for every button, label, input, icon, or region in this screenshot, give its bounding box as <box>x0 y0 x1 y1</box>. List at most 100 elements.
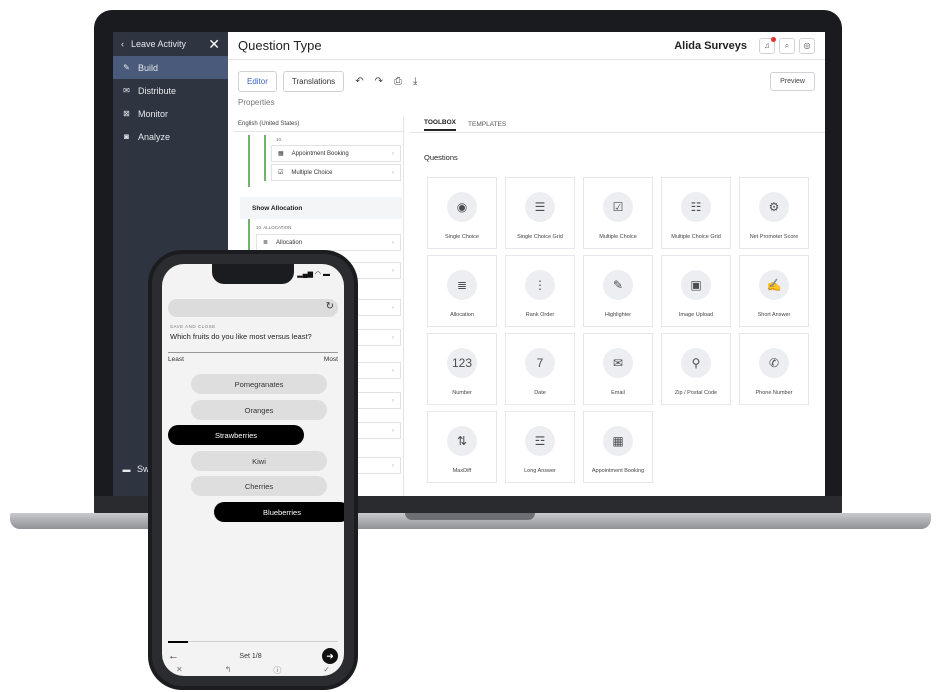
question-type-card[interactable]: ✎ Highlighter <box>583 255 653 327</box>
sidebar-item-label: Build <box>138 62 159 73</box>
allocation-number: 10. ALLOCATION <box>256 225 292 230</box>
question-number: 10. <box>276 137 283 142</box>
chevron-right-icon: › <box>392 239 394 246</box>
question-type-label: MaxDiff <box>452 468 472 474</box>
question-type-icon: ⚙ <box>759 192 789 222</box>
scale-labels: Least Most <box>168 352 338 363</box>
undo-icon[interactable]: ↰ <box>225 665 232 676</box>
check-icon[interactable]: ✓ <box>323 665 330 676</box>
checkbox-icon: ☑ <box>278 170 284 176</box>
pencil-icon: ✎ <box>123 63 130 72</box>
question-type-label: Short Answer <box>757 312 791 318</box>
download-icon[interactable]: ⤓ <box>413 76 417 87</box>
close-icon[interactable]: ✕ <box>208 36 220 53</box>
folder-icon: ▬ <box>122 464 131 474</box>
question-type-card[interactable]: 123 Number <box>427 333 497 405</box>
question-type-card[interactable]: ✉ Email <box>583 333 653 405</box>
question-type-card[interactable]: 7 Date <box>505 333 575 405</box>
editor-toolbar: Editor Translations ↶ ↷ ⎙ ⤓ Preview <box>228 68 825 94</box>
chevron-right-icon: › <box>392 427 394 434</box>
question-type-card[interactable]: ✍ Short Answer <box>739 255 809 327</box>
toolbox-panel: TOOLBOX TEMPLATES Questions ◉ Single Choi… <box>410 117 825 496</box>
tree-row-multiple-choice[interactable]: ☑ Multiple Choice › <box>271 164 401 181</box>
account-icon[interactable]: ◎ <box>799 37 815 54</box>
sidebar-item-analyze[interactable]: ◙ Analyze <box>113 125 228 148</box>
tab-toolbox[interactable]: TOOLBOX <box>424 119 457 131</box>
question-type-card[interactable]: ◉ Single Choice <box>427 177 497 249</box>
question-type-card[interactable]: ▦ Appointment Booking <box>583 411 653 483</box>
question-type-card[interactable]: ≣ Allocation <box>427 255 497 327</box>
tab-templates[interactable]: TEMPLATES <box>468 121 506 128</box>
toolbox-tabs: TOOLBOX TEMPLATES <box>410 117 825 133</box>
question-type-label: Allocation <box>450 312 474 318</box>
question-type-card[interactable]: ⇅ MaxDiff <box>427 411 497 483</box>
question-type-card[interactable]: ☲ Long Answer <box>505 411 575 483</box>
question-type-card[interactable]: ☰ Single Choice Grid <box>505 177 575 249</box>
tree-row-allocation[interactable]: ≣ Allocation › <box>256 234 401 251</box>
refresh-icon[interactable]: ↻ <box>326 301 334 312</box>
question-type-card[interactable]: ⋮ Rank Order <box>505 255 575 327</box>
chevron-right-icon: › <box>392 169 394 176</box>
sidebar-item-monitor[interactable]: ⊠ Monitor <box>113 102 228 125</box>
preview-button[interactable]: Preview <box>770 71 815 91</box>
progress-fill <box>168 641 189 643</box>
chevron-right-icon: › <box>392 267 394 274</box>
question-type-card[interactable]: ⚲ Zip / Postal Code <box>661 333 731 405</box>
top-bar: Question Type Alida Surveys ♫ ⌕ ◎ <box>228 32 825 60</box>
search-icon[interactable]: ⌕ <box>779 37 795 54</box>
set-counter: Set 1/8 <box>239 652 262 660</box>
phone-nav: ← Set 1/8 ➜ <box>168 646 338 666</box>
sidebar-item-label: Analyze <box>138 131 171 142</box>
question-type-label: Single Choice <box>445 234 479 240</box>
question-type-icon: ≣ <box>447 270 477 300</box>
question-type-label: Rank Order <box>525 312 555 318</box>
tab-translations[interactable]: Translations <box>282 70 345 92</box>
sidebar-item-distribute[interactable]: ✉ Distribute <box>113 79 228 102</box>
leave-activity-button[interactable]: ‹ Leave Activity ✕ <box>113 32 228 56</box>
info-icon[interactable]: ⓘ <box>273 665 281 676</box>
question-type-icon: ☑ <box>603 192 633 222</box>
phone-screen: ▂▄▆ ◠ ▬ ↻ SAVE AND CLOSE Which fruits do… <box>162 264 344 676</box>
chevron-right-icon: › <box>392 397 394 404</box>
tab-editor[interactable]: Editor <box>238 70 277 92</box>
option-blueberries[interactable]: Blueberries <box>214 502 344 522</box>
most-label: Most <box>323 356 338 363</box>
option-pomegranates[interactable]: Pomegranates <box>191 374 327 394</box>
question-type-icon: ⇅ <box>447 426 477 456</box>
arrow-right-icon[interactable]: ➜ <box>322 648 338 664</box>
option-strawberries[interactable]: Strawberries <box>168 425 304 445</box>
brand-name: Alida Surveys <box>674 39 747 52</box>
question-type-card[interactable]: ☑ Multiple Choice <box>583 177 653 249</box>
chevron-right-icon: › <box>392 462 394 469</box>
group-show-allocation[interactable]: Show Allocation <box>240 197 402 219</box>
tree-row-appointment[interactable]: ▦ Appointment Booking › <box>271 145 401 162</box>
question-type-card[interactable]: ☷ Multiple Choice Grid <box>661 177 731 249</box>
question-type-icon: ⚲ <box>681 348 711 378</box>
option-kiwi[interactable]: Kiwi <box>191 451 327 471</box>
status-icons: ▂▄▆ ◠ ▬ <box>297 271 330 278</box>
close-icon[interactable]: ✕ <box>176 665 183 676</box>
question-type-card[interactable]: ⚙ Net Promoter Score <box>739 177 809 249</box>
question-type-card[interactable]: ✆ Phone Number <box>739 333 809 405</box>
question-type-icon: ◉ <box>447 192 477 222</box>
chevron-right-icon: › <box>392 334 394 341</box>
option-oranges[interactable]: Oranges <box>191 400 327 420</box>
undo-icon[interactable]: ↶ <box>355 76 363 87</box>
questions-heading: Questions <box>424 153 458 162</box>
question-type-card[interactable]: ▣ Image Upload <box>661 255 731 327</box>
option-cherries[interactable]: Cherries <box>191 476 327 496</box>
arrow-left-icon[interactable]: ← <box>168 650 179 662</box>
question-text: Which fruits do you like most versus lea… <box>170 332 312 341</box>
allocation-icon: ≣ <box>263 240 269 246</box>
save-and-close-link[interactable]: SAVE AND CLOSE <box>170 324 216 329</box>
notification-icon[interactable]: ♫ <box>759 36 776 54</box>
tree-line <box>248 135 250 187</box>
redo-icon[interactable]: ↷ <box>375 76 383 87</box>
sidebar-item-build[interactable]: ✎ Build <box>113 56 228 79</box>
sidebar-item-label: Distribute <box>138 85 177 96</box>
question-type-icon: ☷ <box>681 192 711 222</box>
phone-address-bar[interactable] <box>168 299 338 317</box>
analyze-icon: ◙ <box>124 132 129 141</box>
print-icon[interactable]: ⎙ <box>394 76 402 87</box>
question-type-icon: ☲ <box>525 426 555 456</box>
